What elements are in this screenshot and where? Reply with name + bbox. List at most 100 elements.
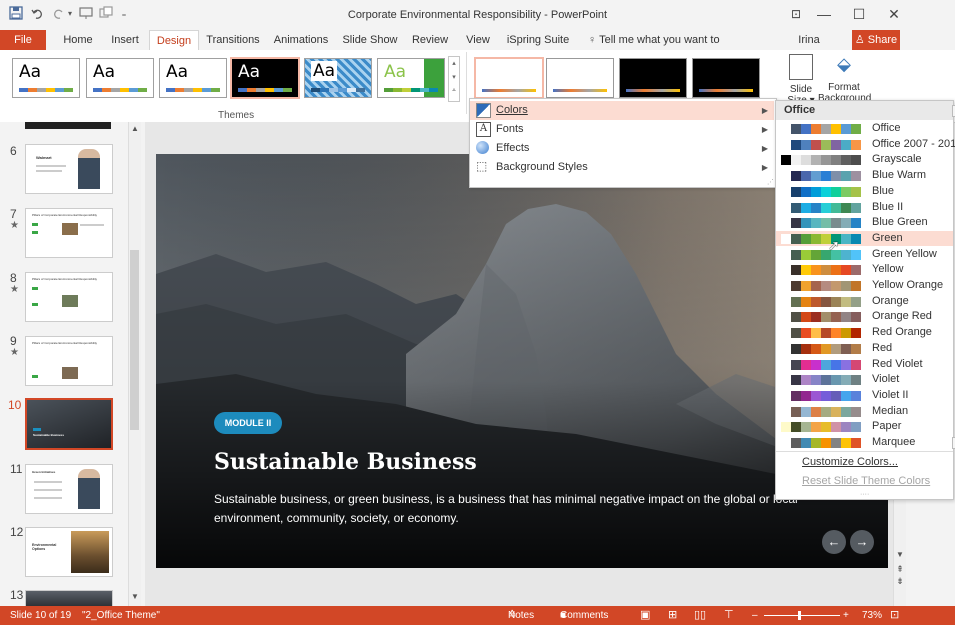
maximize-button[interactable]: ☐ [845,4,873,24]
thumbnail-scrollbar[interactable]: ▲ ▼ [128,122,141,606]
tab-home[interactable]: Home [56,30,100,50]
color-scheme-office-2007-2010[interactable]: Office 2007 - 2010 [776,137,955,152]
previous-slide-icon[interactable]: ⇞ [894,564,906,575]
color-scheme-orange-red[interactable]: Orange Red [776,309,953,324]
menu-item-colors[interactable]: Colors ▶ [470,101,774,120]
slide-sorter-icon[interactable]: ⊞ [668,606,677,625]
tab-transitions[interactable]: Transitions [203,30,263,50]
theme-pattern-blue[interactable]: Aa [304,58,372,98]
zoom-in-icon[interactable]: + [843,606,849,625]
color-scheme-green-yellow[interactable]: Green Yellow [776,247,953,262]
color-swatch [851,375,861,386]
color-swatch [811,202,821,213]
customize-colors-item[interactable]: Customize Colors... [802,456,898,468]
menu-item-effects[interactable]: Effects ▶ [470,139,774,158]
reset-slide-theme-colors-item[interactable]: Reset Slide Theme Colors [802,475,930,487]
slide-thumb-partial[interactable] [25,122,111,129]
tab-ispring-suite[interactable]: iSpring Suite 9 [503,30,573,66]
theme-green-accent[interactable]: Aa [377,58,445,98]
variant-1[interactable] [474,57,544,99]
color-swatch [811,186,821,197]
menu-item-background-styles[interactable]: ⬚ Background Styles ▶ [470,158,774,177]
color-scheme-violet[interactable]: Violet [776,372,953,387]
tell-me-search[interactable]: ♀ Tell me what you want to do... [588,30,738,66]
color-swatch [791,202,801,213]
theme-office-3[interactable]: Aa [159,58,227,98]
scroll-up-icon[interactable]: ▴ [449,57,459,71]
color-scheme-blue-ii[interactable]: Blue II [776,200,953,215]
slide-body[interactable]: Sustainable business, or green business,… [214,490,814,528]
fit-slide-icon[interactable]: ⊡ [890,606,899,625]
color-scheme-blue-green[interactable]: Blue Green [776,215,953,230]
themes-gallery-scroll[interactable]: ▴ ▾ ⩡ [448,56,460,102]
tab-file[interactable]: File [0,30,46,50]
scroll-down-icon[interactable]: ▾ [449,71,459,85]
tab-view[interactable]: View [460,30,496,50]
color-scheme-violet-ii[interactable]: Violet II [776,388,953,403]
next-arrow-button[interactable]: → [850,530,874,554]
color-swatch [831,139,841,150]
color-scheme-office[interactable]: Office [776,121,953,136]
slide-thumb-13[interactable] [25,590,113,607]
color-scheme-yellow[interactable]: Yellow [776,262,953,277]
share-button[interactable]: ♙ Share [852,30,900,50]
color-scheme-grayscale[interactable]: Grayscale [776,152,953,167]
module-badge[interactable]: MODULE II [214,412,282,434]
color-scheme-green[interactable]: Green [776,230,953,246]
color-scheme-marquee[interactable]: Marquee [776,435,953,450]
slideshow-view-icon[interactable]: ⊤ [724,606,734,625]
color-scheme-red-violet[interactable]: Red Violet [776,357,953,372]
color-scheme-blue-warm[interactable]: Blue Warm [776,168,953,183]
slide-title[interactable]: Sustainable Business [214,449,477,475]
color-scheme-yellow-orange[interactable]: Yellow Orange [776,278,953,293]
color-scheme-median[interactable]: Median [776,404,953,419]
resize-grip-icon[interactable]: ···· [860,491,869,498]
scroll-thumb[interactable] [130,250,139,430]
color-scheme-red-orange[interactable]: Red Orange [776,325,953,340]
ribbon-display-options-icon[interactable]: ⊡ [782,4,810,24]
scroll-up-icon[interactable]: ▲ [129,124,141,133]
color-scheme-orange[interactable]: Orange [776,294,953,309]
variant-2[interactable] [546,58,614,98]
slide-thumb-9[interactable]: Pillars of Corporate Environmental Respo… [25,336,113,386]
minimize-button[interactable]: — [810,4,838,24]
tab-insert[interactable]: Insert [104,30,146,50]
user-name[interactable]: Irina Chumanova [768,30,850,66]
zoom-slider-track[interactable] [764,615,840,616]
zoom-slider-thumb[interactable] [798,611,801,620]
tab-slide-show[interactable]: Slide Show [340,30,400,50]
tab-animations[interactable]: Animations [270,30,332,50]
theme-office[interactable]: Aa [12,58,80,98]
reading-view-icon[interactable]: ▯▯ [694,606,706,625]
more-icon[interactable]: ⩡ [449,85,459,97]
variant-4[interactable] [692,58,760,98]
color-swatch [831,171,841,182]
slide-thumb-10-selected[interactable]: Sustainable Business [25,398,113,450]
theme-color-bar [384,88,438,92]
prev-arrow-button[interactable]: ← [822,530,846,554]
theme-office-2[interactable]: Aa [86,58,154,98]
color-swatch [811,406,821,417]
scroll-down-icon[interactable]: ▼ [894,550,906,559]
slide-thumb-11[interactable]: Green Initiatives [25,464,113,514]
variant-3[interactable] [619,58,687,98]
scroll-down-icon[interactable]: ▼ [129,592,141,601]
close-button[interactable]: ✕ [880,4,908,24]
slide-thumb-6[interactable]: Walmart [25,144,113,194]
resize-grip-icon[interactable]: ⋰ [767,178,774,186]
slide-thumb-12[interactable]: Environmental Options [25,527,113,577]
next-slide-icon[interactable]: ⇟ [894,576,906,587]
color-scheme-red[interactable]: Red [776,341,953,356]
color-scheme-blue[interactable]: Blue [776,184,953,199]
color-swatch [801,202,811,213]
zoom-out-icon[interactable]: – [752,606,758,625]
zoom-level[interactable]: 73% [862,606,882,625]
normal-view-icon[interactable]: ▣ [640,606,650,625]
slide-thumb-8[interactable]: Pillars of Corporate Environmental Respo… [25,272,113,322]
theme-dark-selected[interactable]: Aa [230,57,300,99]
color-scheme-paper[interactable]: Paper [776,419,953,434]
tab-design[interactable]: Design [149,30,199,51]
slide-thumb-7[interactable]: Pillars of Corporate Environmental Respo… [25,208,113,258]
menu-item-fonts[interactable]: A Fonts ▶ [470,120,774,139]
tab-review[interactable]: Review [408,30,452,50]
